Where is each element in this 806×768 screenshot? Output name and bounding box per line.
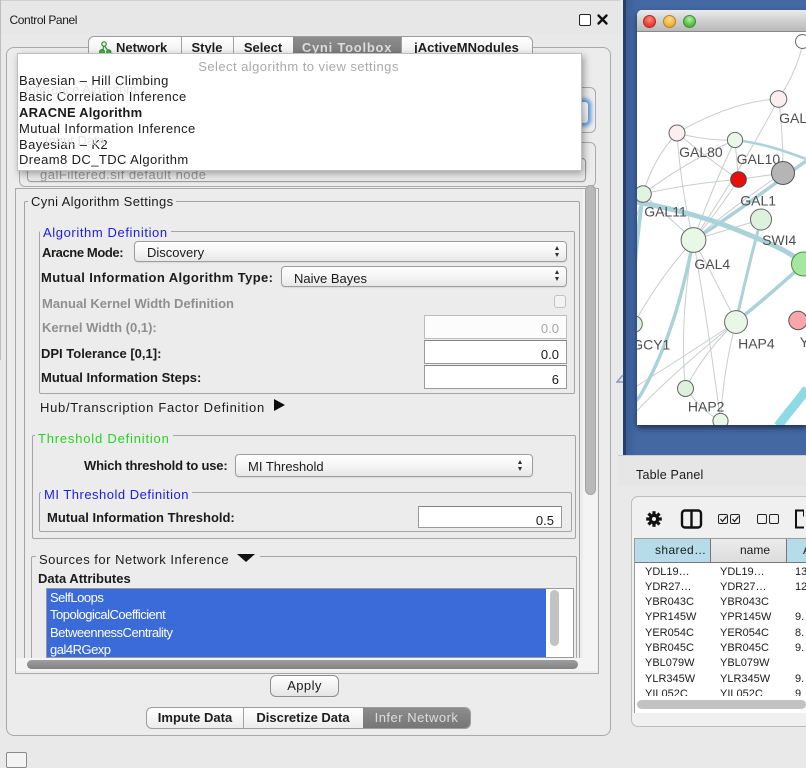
- svg-text:HAP4: HAP4: [738, 336, 775, 352]
- svg-text:GAL11: GAL11: [644, 204, 687, 220]
- svg-text:SWI4: SWI4: [762, 232, 796, 248]
- svg-text:Y: Y: [800, 334, 806, 350]
- svg-text:GAL80: GAL80: [679, 144, 723, 160]
- svg-text:HAP2: HAP2: [688, 399, 725, 415]
- svg-text:GAL4: GAL4: [694, 256, 730, 272]
- svg-text:GAL: GAL: [779, 110, 806, 126]
- svg-text:GCY1: GCY1: [637, 337, 671, 353]
- svg-text:GAL10: GAL10: [737, 151, 781, 167]
- svg-text:GAL1: GAL1: [740, 193, 776, 209]
